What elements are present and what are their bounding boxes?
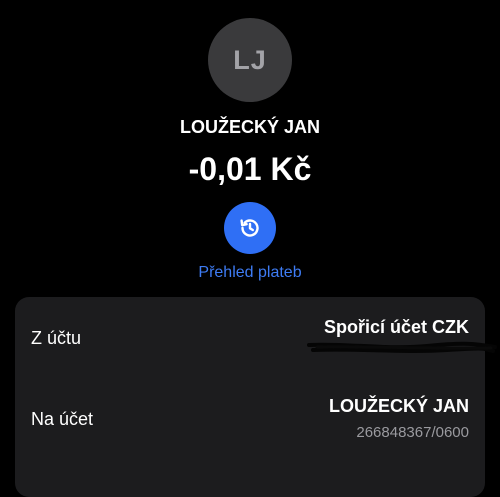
transaction-amount: -0,01 Kč [188, 151, 312, 187]
payment-history-link[interactable]: Přehled plateb [0, 264, 500, 282]
to-account-row: Na účet LOUŽECKÝ JAN 266848367/0600 [15, 377, 485, 477]
from-account-row: Z účtu Spořicí účet CZK [15, 297, 497, 377]
from-account-value: Spořicí účet CZK [323, 317, 469, 337]
counterparty-name: LOUŽECKÝ JAN [179, 117, 320, 137]
avatar-initials: LJ [233, 44, 267, 75]
to-account-number: 266848367/0600 [356, 424, 469, 441]
to-account-name: LOUŽECKÝ JAN [328, 396, 469, 416]
from-account-label: Z účtu [31, 328, 82, 348]
avatar: LJ [208, 18, 292, 102]
redaction-scribble [307, 341, 497, 353]
history-icon [240, 219, 259, 237]
payment-history-button[interactable] [224, 202, 276, 254]
to-account-label: Na účet [31, 409, 94, 429]
transaction-details-card: Z účtu Spořicí účet CZK Na účet LOUŽECKÝ… [15, 297, 497, 497]
